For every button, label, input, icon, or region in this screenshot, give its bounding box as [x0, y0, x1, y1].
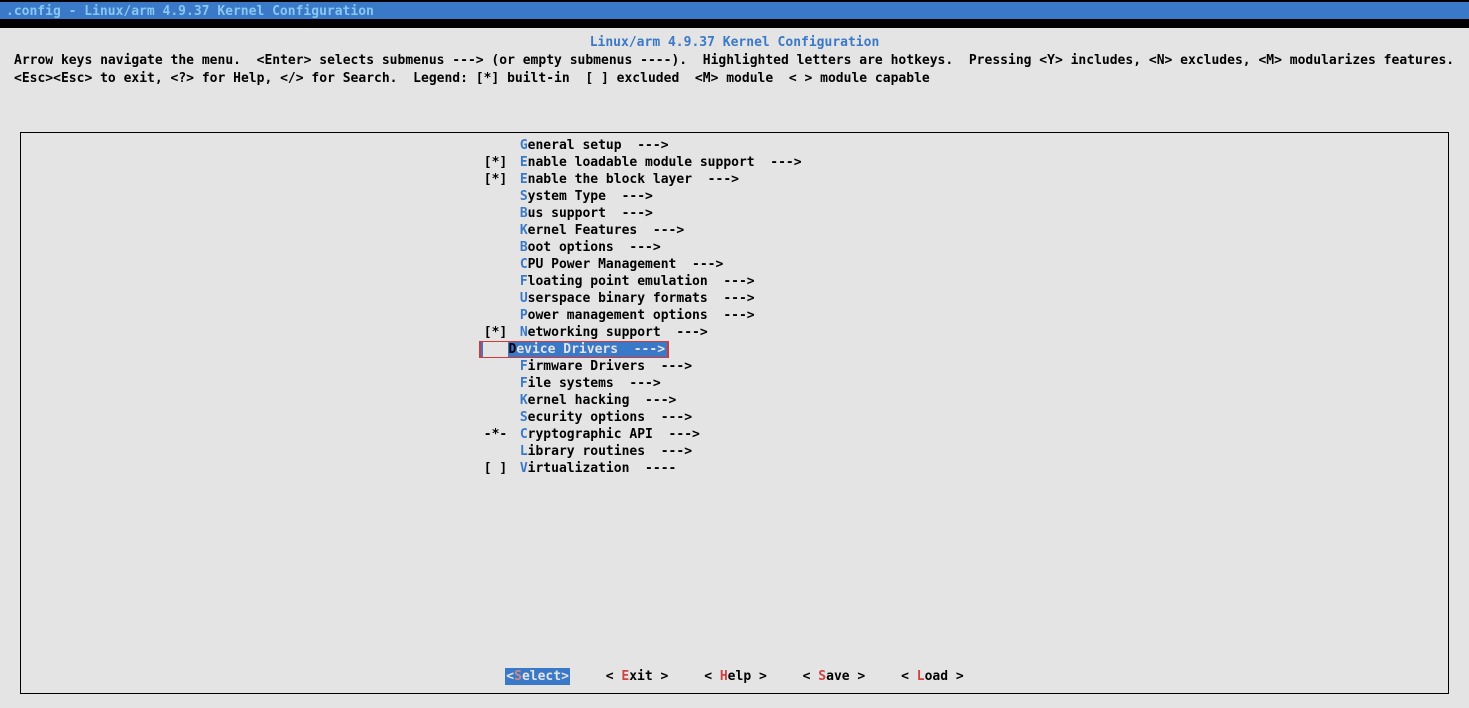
- select-button[interactable]: <Select>: [505, 668, 570, 685]
- instructions-line2: <Esc><Esc> to exit, <?> for Help, </> fo…: [14, 70, 1455, 88]
- menu-item[interactable]: System Type --->: [479, 188, 1448, 205]
- exit-button[interactable]: < Exit >: [606, 668, 669, 685]
- menu-item[interactable]: General setup --->: [479, 137, 1448, 154]
- page-title: Linux/arm 4.9.37 Kernel Configuration: [14, 34, 1455, 52]
- menu-box: General setup --->[*] Enable loadable mo…: [20, 132, 1449, 694]
- menu-item[interactable]: Bus support --->: [479, 205, 1448, 222]
- menu-item[interactable]: Kernel Features --->: [479, 222, 1448, 239]
- menu-item[interactable]: -*- Cryptographic API --->: [479, 426, 1448, 443]
- menu-item[interactable]: Power management options --->: [479, 307, 1448, 324]
- menu-item[interactable]: [*] Networking support --->: [479, 324, 1448, 341]
- menu-item[interactable]: File systems --->: [479, 375, 1448, 392]
- window-titlebar: .config - Linux/arm 4.9.37 Kernel Config…: [0, 0, 1469, 20]
- save-button[interactable]: < Save >: [803, 668, 866, 685]
- menu-item[interactable]: Library routines --->: [479, 443, 1448, 460]
- help-button[interactable]: < Help >: [704, 668, 767, 685]
- menu-item[interactable]: CPU Power Management --->: [479, 256, 1448, 273]
- menu-item[interactable]: Security options --->: [479, 409, 1448, 426]
- load-button[interactable]: < Load >: [901, 668, 964, 685]
- menu-item[interactable]: [*] Enable loadable module support --->: [479, 154, 1448, 171]
- menu-item[interactable]: [*] Enable the block layer --->: [479, 171, 1448, 188]
- menu-item[interactable]: Floating point emulation --->: [479, 273, 1448, 290]
- instructions-line1: Arrow keys navigate the menu. <Enter> se…: [14, 52, 1455, 70]
- menu-item[interactable]: Firmware Drivers --->: [479, 358, 1448, 375]
- button-bar: <Select> < Exit > < Help > < Save > < Lo…: [21, 668, 1448, 685]
- menu-item-selected[interactable]: Device Drivers --->: [479, 341, 1448, 358]
- menu-list: General setup --->[*] Enable loadable mo…: [21, 133, 1448, 477]
- menu-item[interactable]: [ ] Virtualization ----: [479, 460, 1448, 477]
- menu-item[interactable]: Kernel hacking --->: [479, 392, 1448, 409]
- window-title: .config - Linux/arm 4.9.37 Kernel Config…: [6, 4, 374, 19]
- work-area: Linux/arm 4.9.37 Kernel Configuration Ar…: [0, 28, 1469, 708]
- menu-item[interactable]: Userspace binary formats --->: [479, 290, 1448, 307]
- menu-item[interactable]: Boot options --->: [479, 239, 1448, 256]
